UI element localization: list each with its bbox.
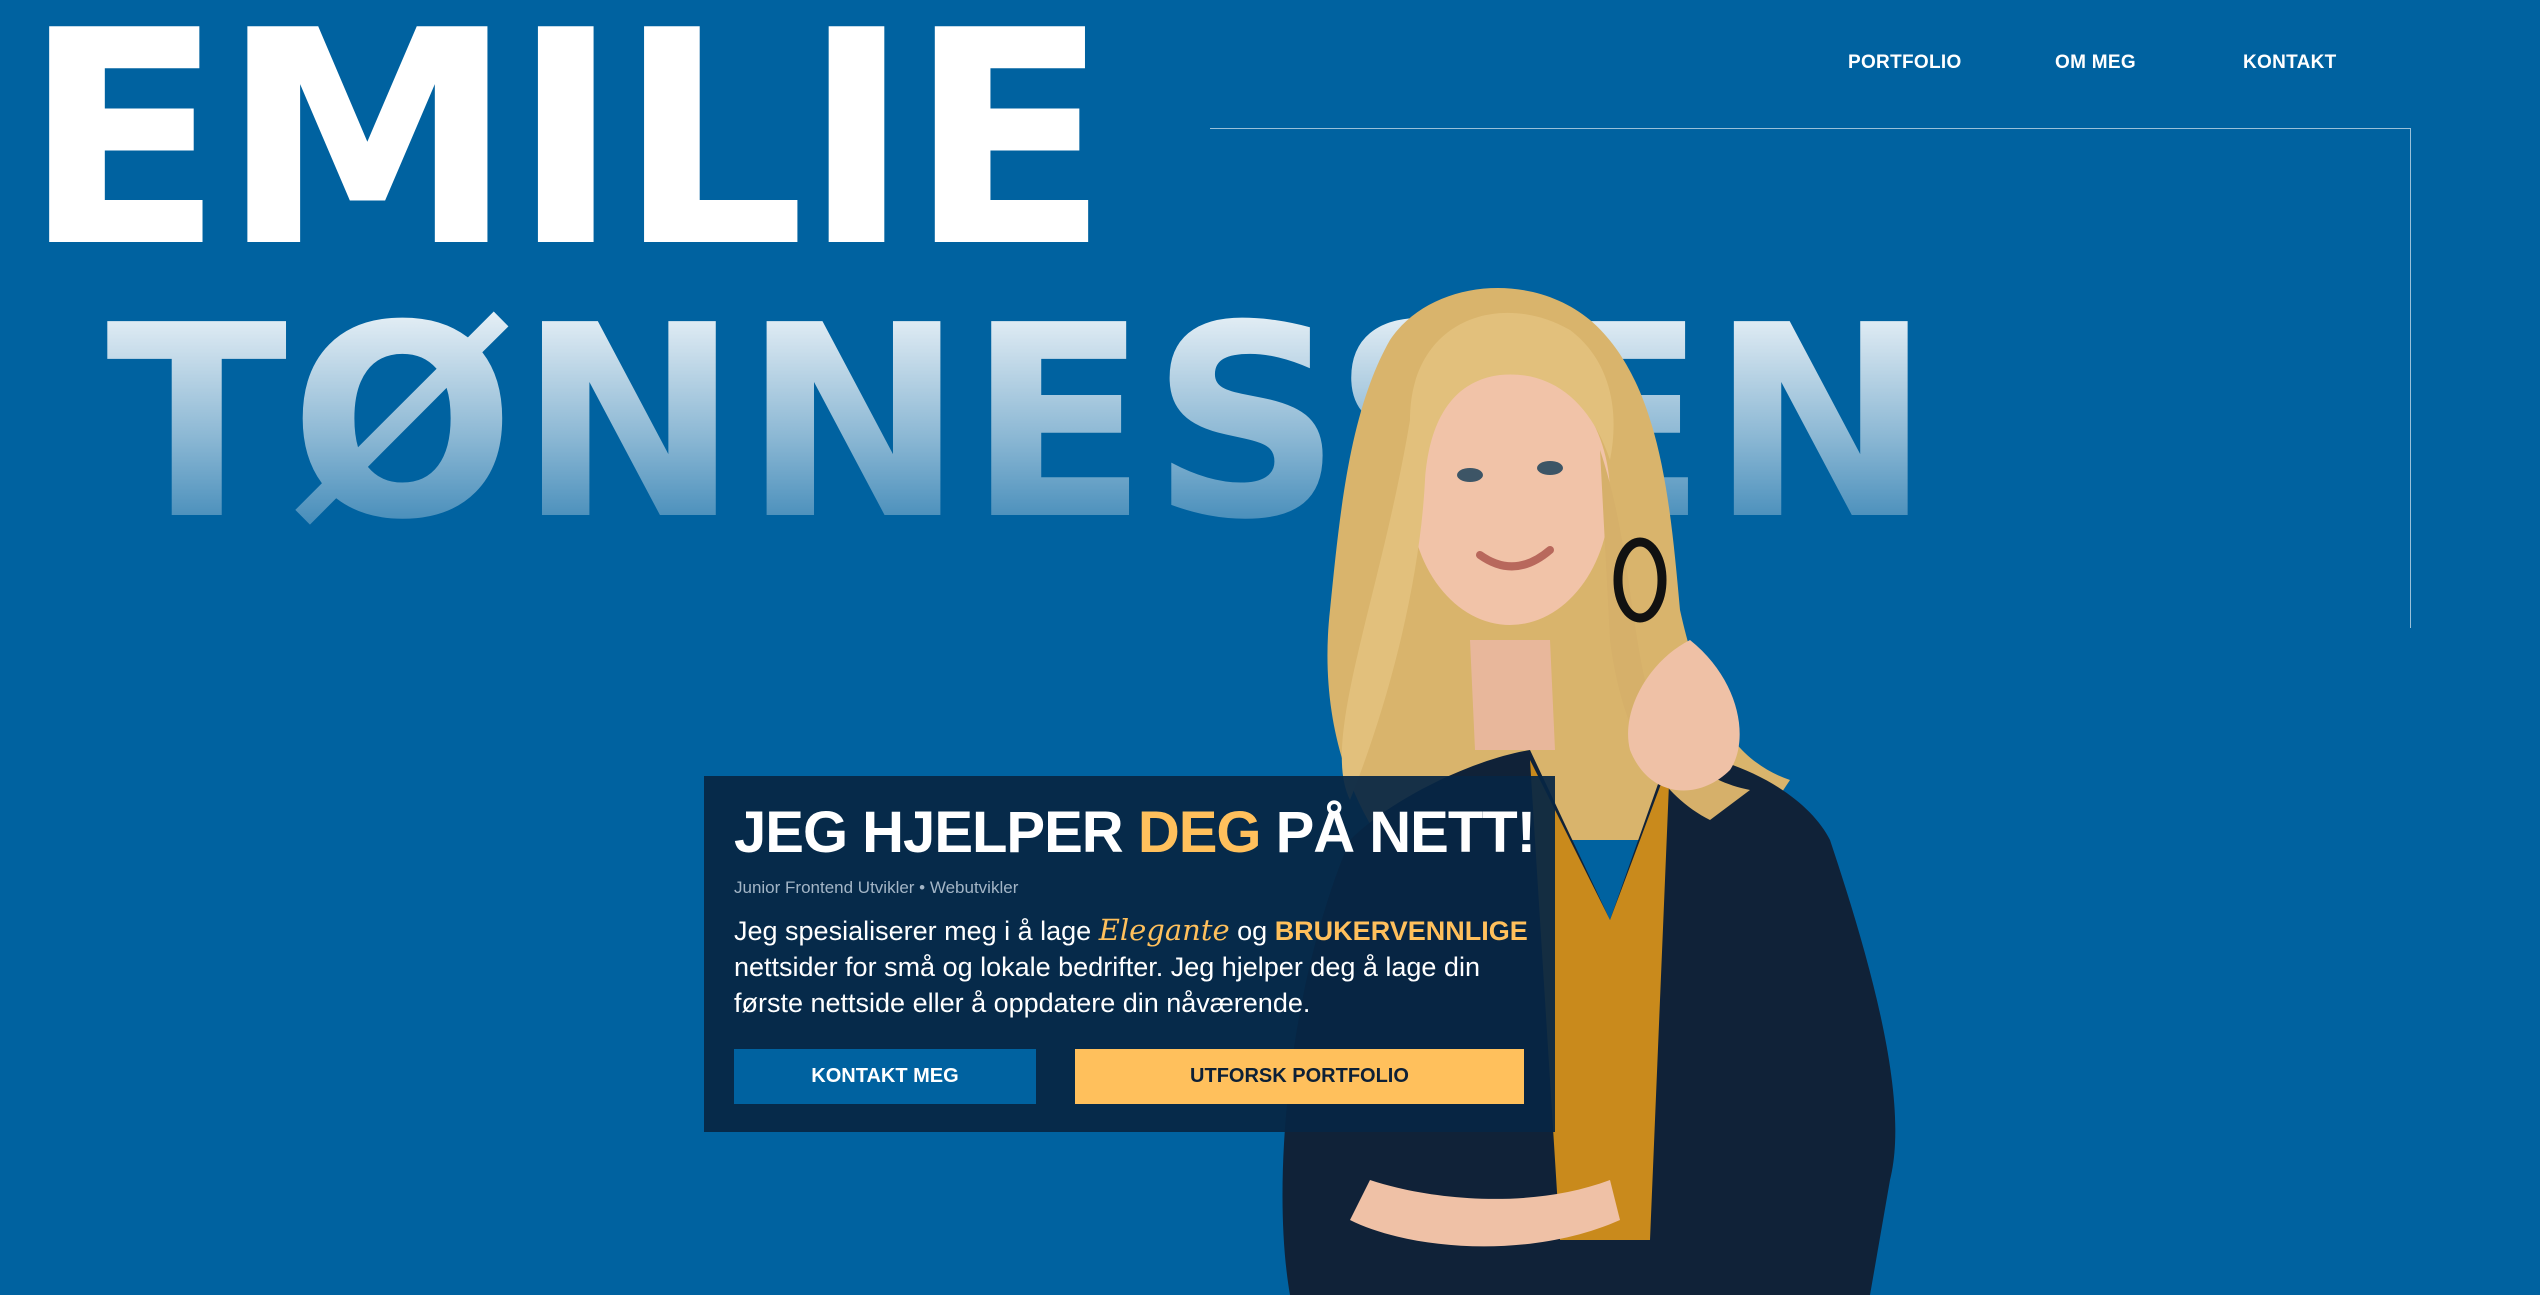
desc-part-2: og: [1229, 915, 1275, 946]
headline: JEG HJELPER DEG PÅ NETT!: [734, 798, 1536, 868]
job-subtitle: Junior Frontend Utvikler • Webutvikler: [734, 877, 1019, 897]
desc-elegant: Elegante: [1098, 912, 1230, 947]
desc-part-1: Jeg spesialiserer meg i å lage: [734, 915, 1099, 946]
headline-part-2: PÅ NETT!: [1260, 800, 1536, 865]
headline-highlight: DEG: [1137, 800, 1262, 865]
desc-part-3: nettsider for små og lokale bedrifter. J…: [734, 951, 1480, 1018]
contact-me-button[interactable]: KONTAKT MEG: [734, 1049, 1036, 1104]
intro-description: Jeg spesialiserer meg i å lage Elegante …: [734, 912, 1534, 1021]
headline-part-1: JEG HJELPER: [734, 800, 1138, 865]
nav-item-kontakt[interactable]: KONTAKT: [2243, 52, 2337, 74]
intro-card: JEG HJELPER DEG PÅ NETT! Junior Frontend…: [704, 776, 1555, 1132]
decorative-frame-top: [1210, 128, 2410, 129]
main-nav: PORTFOLIO OM MEG KONTAKT: [0, 52, 2540, 82]
desc-brukervennlige: BRUKERVENNLIGE: [1274, 915, 1528, 946]
nav-item-portfolio[interactable]: PORTFOLIO: [1848, 52, 1962, 74]
first-name-heading: EMILIE: [22, 0, 1110, 312]
decorative-frame-right: [2410, 128, 2411, 628]
nav-item-om-meg[interactable]: OM MEG: [2055, 52, 2136, 74]
explore-portfolio-button[interactable]: UTFORSK PORTFOLIO: [1075, 1049, 1524, 1104]
